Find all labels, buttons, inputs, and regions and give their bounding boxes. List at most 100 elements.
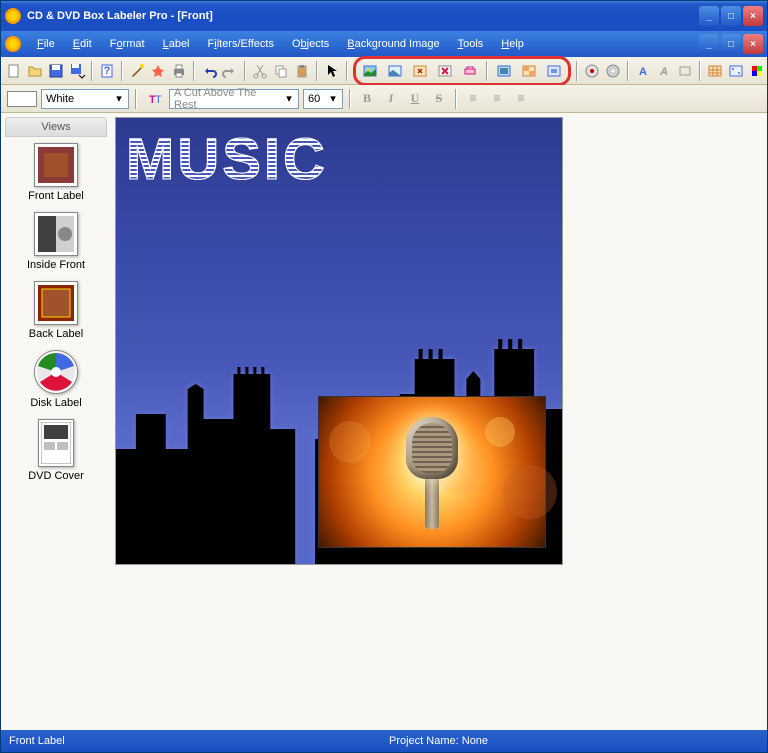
- paste-button[interactable]: [293, 60, 311, 82]
- menu-edit[interactable]: Edit: [65, 35, 100, 53]
- mdi-minimize-button[interactable]: _: [699, 34, 719, 54]
- svg-text:A: A: [639, 66, 647, 78]
- image-properties-button[interactable]: [384, 60, 406, 82]
- titlebar: CD & DVD Box Labeler Pro - [Front] _ □ ×: [1, 1, 767, 31]
- toolbar-separator: [455, 89, 457, 109]
- cd-audio-button[interactable]: [604, 60, 622, 82]
- canvas-area[interactable]: MUSIC: [111, 113, 767, 730]
- image-delete-button[interactable]: [434, 60, 456, 82]
- save-dropdown-button[interactable]: [68, 60, 86, 82]
- grid-button[interactable]: [706, 60, 724, 82]
- new-button[interactable]: [5, 60, 23, 82]
- menu-background[interactable]: Background Image: [339, 35, 447, 53]
- toolbar-separator: [576, 61, 578, 81]
- scanner-button[interactable]: [459, 60, 481, 82]
- redo-button[interactable]: [221, 60, 239, 82]
- menu-objects[interactable]: Objects: [284, 35, 337, 53]
- open-button[interactable]: [26, 60, 44, 82]
- cd-button[interactable]: [583, 60, 601, 82]
- bold-button[interactable]: B: [357, 89, 377, 109]
- insert-image-button[interactable]: [359, 60, 381, 82]
- toolbar-main: ? A A: [1, 57, 767, 85]
- wordart-button[interactable]: A: [655, 60, 673, 82]
- view-inside-front[interactable]: Inside Front: [5, 212, 107, 271]
- align-center-button[interactable]: ≡: [487, 89, 507, 109]
- menu-format[interactable]: Format: [102, 35, 153, 53]
- print-button[interactable]: [170, 60, 188, 82]
- dropdown-arrow-icon: ▾: [326, 92, 340, 105]
- align-right-button[interactable]: ≡: [511, 89, 531, 109]
- font-value: A Cut Above The Rest: [174, 87, 282, 111]
- toolbar-format: White ▾ TT A Cut Above The Rest ▾ 60 ▾ B…: [1, 85, 767, 113]
- dropdown-arrow-icon: ▾: [282, 92, 296, 105]
- canvas-heading-text[interactable]: MUSIC: [126, 126, 328, 193]
- shape-button[interactable]: [676, 60, 694, 82]
- undo-button[interactable]: [200, 60, 218, 82]
- highlighted-toolbar-group: [353, 56, 571, 86]
- snap-button[interactable]: [727, 60, 745, 82]
- mdi-buttons: _ □ ×: [699, 34, 763, 54]
- menu-tools[interactable]: Tools: [450, 35, 492, 53]
- help-button[interactable]: ?: [98, 60, 116, 82]
- toolbar-separator: [91, 61, 93, 81]
- toolbar-separator: [699, 61, 701, 81]
- view-disk-label[interactable]: Disk Label: [5, 350, 107, 409]
- bg-tile-button[interactable]: [518, 60, 540, 82]
- underline-button[interactable]: U: [405, 89, 425, 109]
- menu-label[interactable]: Label: [155, 35, 198, 53]
- window-title: CD & DVD Box Labeler Pro - [Front]: [27, 10, 699, 22]
- font-icon: TT: [143, 88, 165, 110]
- status-right: Project Name: None: [389, 735, 759, 747]
- toolbar-separator: [349, 89, 351, 109]
- microphone-image[interactable]: [318, 396, 546, 548]
- wizard-button[interactable]: [128, 60, 146, 82]
- mdi-icon: [5, 36, 21, 52]
- cut-button[interactable]: [251, 60, 269, 82]
- label-canvas[interactable]: MUSIC: [115, 117, 563, 565]
- menu-help[interactable]: Help: [493, 35, 532, 53]
- font-size-combo[interactable]: 60 ▾: [303, 89, 343, 109]
- toolbar-separator: [627, 61, 629, 81]
- microphone-graphic: [406, 417, 458, 527]
- pointer-button[interactable]: [323, 60, 341, 82]
- copy-button[interactable]: [272, 60, 290, 82]
- mdi-close-button[interactable]: ×: [743, 34, 763, 54]
- save-button[interactable]: [47, 60, 65, 82]
- font-combo[interactable]: A Cut Above The Rest ▾: [169, 89, 299, 109]
- align-left-button[interactable]: ≡: [463, 89, 483, 109]
- maximize-button[interactable]: □: [721, 6, 741, 26]
- italic-button[interactable]: I: [381, 89, 401, 109]
- color-picker-button[interactable]: [748, 60, 766, 82]
- view-dvd-cover[interactable]: DVD Cover: [5, 419, 107, 482]
- color-value: White: [46, 93, 112, 105]
- status-left: Front Label: [9, 735, 389, 747]
- bg-fit-button[interactable]: [493, 60, 515, 82]
- view-front-label[interactable]: Front Label: [5, 143, 107, 202]
- statusbar: Front Label Project Name: None: [1, 730, 767, 752]
- image-replace-button[interactable]: [409, 60, 431, 82]
- menu-file[interactable]: File: [29, 35, 63, 53]
- view-label: DVD Cover: [28, 470, 84, 482]
- minimize-button[interactable]: _: [699, 6, 719, 26]
- toolbar-separator: [486, 61, 488, 81]
- font-size-value: 60: [308, 93, 326, 105]
- close-button[interactable]: ×: [743, 6, 763, 26]
- views-sidebar: Views Front Label Inside Front Back Labe…: [1, 113, 111, 730]
- text-button[interactable]: A: [634, 60, 652, 82]
- app-icon: [5, 8, 21, 24]
- dropdown-arrow-icon: ▾: [112, 92, 126, 105]
- mdi-restore-button[interactable]: □: [721, 34, 741, 54]
- content-area: Views Front Label Inside Front Back Labe…: [1, 113, 767, 730]
- view-thumb: [34, 281, 78, 325]
- svg-text:A: A: [659, 66, 668, 78]
- view-thumb: [38, 419, 74, 467]
- menu-filters[interactable]: Filters/Effects: [200, 35, 282, 53]
- view-back-label[interactable]: Back Label: [5, 281, 107, 340]
- bg-center-button[interactable]: [543, 60, 565, 82]
- view-label: Front Label: [28, 190, 84, 202]
- effects-button[interactable]: [149, 60, 167, 82]
- strike-button[interactable]: S: [429, 89, 449, 109]
- main-window: CD & DVD Box Labeler Pro - [Front] _ □ ×…: [0, 0, 768, 753]
- color-combo[interactable]: White ▾: [41, 89, 129, 109]
- color-swatch[interactable]: [7, 91, 37, 107]
